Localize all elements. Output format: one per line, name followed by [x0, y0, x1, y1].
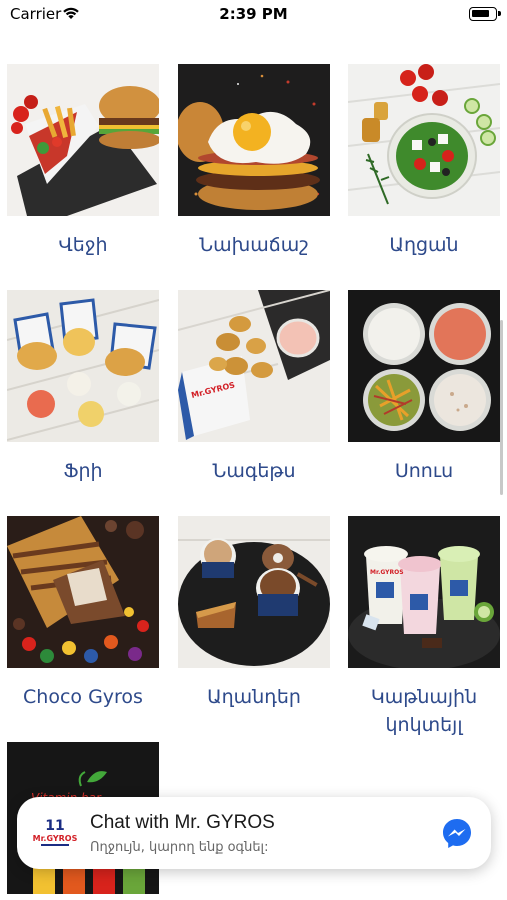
menu-item-label: Սոուս [394, 460, 454, 482]
svg-text:11: 11 [45, 818, 64, 834]
menu-item-label: Ֆրի [63, 460, 103, 482]
coffee-and-dessert-image [178, 516, 330, 668]
menu-item-breakfast[interactable]: Նախաճաշ [178, 64, 330, 259]
menu-item-veggie[interactable]: Վեջի [7, 64, 159, 259]
milkshakes-image: Mr.GYROS [348, 516, 500, 668]
chat-title: Chat with Mr. GYROS [90, 812, 275, 833]
chat-banner[interactable]: 11 Mr.GYROS Chat with Mr. GYROS Ողջույն,… [17, 797, 491, 869]
menu-grid: Վեջի Նախաճաշ Աղցան Ֆրի Mr.GYROS Նագեթս Ս… [0, 0, 507, 900]
chocolate-crepe-image [7, 516, 159, 668]
fries-cups-image [7, 290, 159, 442]
menu-item-milkshake[interactable]: Mr.GYROS Կաթնային կոկտեյլ [348, 516, 500, 739]
sauce-bowls-image [348, 290, 500, 442]
menu-item-fries[interactable]: Ֆրի [7, 290, 159, 485]
menu-item-label: Նագեթս [212, 460, 296, 482]
menu-item-label: Choco Gyros [23, 686, 143, 708]
menu-item-label: Կաթնային կոկտեյլ [370, 686, 478, 736]
menu-item-dessert[interactable]: Աղանդեր [178, 516, 330, 711]
menu-item-label: Վեջի [58, 234, 108, 256]
menu-item-label: Աղանդեր [207, 686, 301, 708]
greek-salad-image [348, 64, 500, 216]
egg-burger-image [178, 64, 330, 216]
menu-item-sauce[interactable]: Սոուս [348, 290, 500, 485]
menu-item-choco-gyros[interactable]: Choco Gyros [7, 516, 159, 711]
messenger-icon[interactable] [441, 817, 473, 849]
mr-gyros-logo: 11 Mr.GYROS [33, 811, 78, 855]
chat-subtitle: Ողջույն, կարող ենք օգնել: [90, 840, 269, 855]
menu-item-salad[interactable]: Աղցան [348, 64, 500, 259]
svg-text:Mr.GYROS: Mr.GYROS [370, 569, 404, 576]
menu-item-label: Նախաճաշ [199, 234, 309, 256]
scrollbar[interactable] [500, 320, 503, 495]
menu-item-nuggets[interactable]: Mr.GYROS Նագեթս [178, 290, 330, 485]
menu-item-label: Աղցան [389, 234, 459, 256]
wrap-and-burger-image [7, 64, 159, 216]
svg-text:Mr.GYROS: Mr.GYROS [33, 834, 77, 843]
nuggets-box-image: Mr.GYROS [178, 290, 330, 442]
